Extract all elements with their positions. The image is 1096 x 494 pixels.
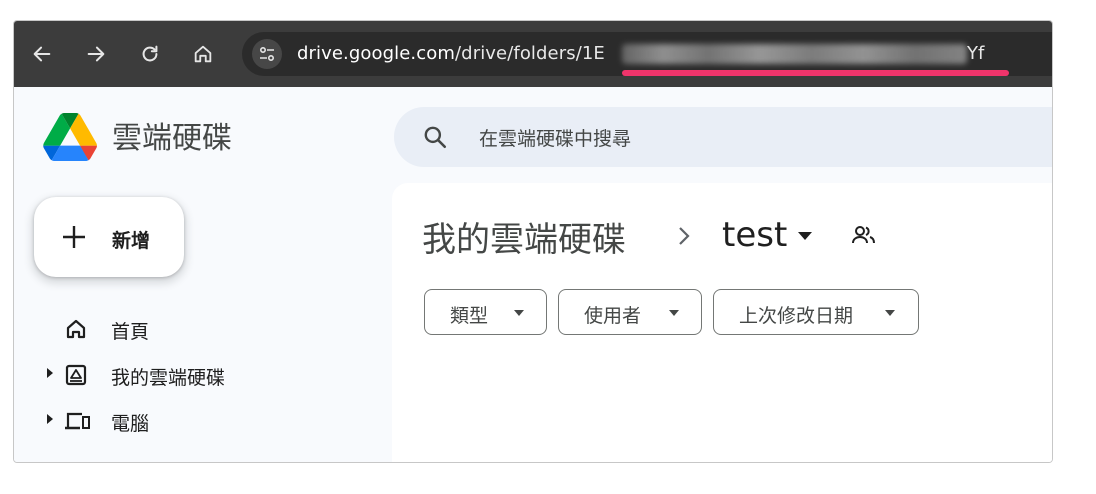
plus-icon	[63, 226, 85, 248]
caret-down-icon	[514, 310, 524, 316]
url-highlight-mark	[622, 70, 1009, 76]
filter-label: 上次修改日期	[739, 305, 854, 327]
chevron-right-icon	[679, 227, 690, 245]
sidebar-item-home[interactable]: 首頁	[14, 308, 384, 348]
url-tail: Yf	[967, 43, 985, 64]
filter-people-chip[interactable]: 使用者	[558, 289, 702, 335]
shared-people-icon	[852, 226, 875, 244]
reload-button[interactable]	[135, 39, 165, 69]
drive-app: 雲端硬碟 在雲端硬碟中搜尋 新增 首頁 我的雲端硬碟 電腦 我的雲端硬碟 tes…	[14, 87, 1052, 462]
sidebar-item-label: 首頁	[111, 321, 150, 343]
breadcrumb-root[interactable]: 我的雲端硬碟	[422, 212, 626, 261]
app-title: 雲端硬碟	[112, 121, 232, 156]
site-info-button[interactable]	[252, 39, 282, 69]
home-button[interactable]	[188, 39, 218, 69]
expand-caret-icon[interactable]	[46, 414, 54, 424]
back-button[interactable]	[27, 39, 57, 69]
forward-button[interactable]	[81, 39, 111, 69]
caret-down-icon	[669, 310, 679, 316]
sidebar-item-computers[interactable]: 電腦	[14, 400, 384, 440]
search-icon	[424, 126, 447, 149]
search-bar[interactable]: 在雲端硬碟中搜尋	[394, 107, 1052, 167]
url-redacted	[622, 44, 967, 64]
filter-label: 類型	[450, 305, 489, 327]
sidebar-item-label: 電腦	[111, 413, 150, 435]
sidebar-item-my-drive[interactable]: 我的雲端硬碟	[14, 354, 384, 394]
search-placeholder: 在雲端硬碟中搜尋	[479, 128, 632, 150]
tune-icon	[259, 46, 275, 62]
expand-caret-icon[interactable]	[46, 368, 54, 378]
reload-icon	[142, 45, 158, 62]
caret-down-icon[interactable]	[797, 231, 813, 241]
drive-logo-icon	[43, 113, 97, 161]
address-bar[interactable]: drive.google.com/drive/folders/1E Yf	[242, 32, 1052, 76]
forward-arrow-icon	[87, 46, 105, 62]
browser-window: drive.google.com/drive/folders/1E Yf 雲端硬…	[13, 20, 1053, 463]
home-icon	[66, 319, 86, 339]
url-host: drive.google.com	[297, 43, 455, 64]
computers-icon	[65, 412, 90, 430]
my-drive-icon	[65, 364, 87, 386]
caret-down-icon	[885, 310, 895, 316]
browser-toolbar: drive.google.com/drive/folders/1E Yf	[14, 21, 1052, 87]
sidebar-item-label: 我的雲端硬碟	[111, 367, 226, 389]
filter-modified-chip[interactable]: 上次修改日期	[713, 289, 919, 335]
filter-type-chip[interactable]: 類型	[424, 289, 547, 335]
new-button-label: 新增	[112, 230, 151, 252]
breadcrumb-current[interactable]: test	[722, 215, 787, 255]
url-text: drive.google.com/drive/folders/1E	[297, 43, 605, 64]
filter-label: 使用者	[584, 305, 642, 327]
home-icon	[194, 45, 212, 63]
back-arrow-icon	[33, 46, 51, 62]
new-button[interactable]: 新增	[34, 197, 184, 277]
url-path: /drive/folders/1E	[455, 43, 605, 64]
